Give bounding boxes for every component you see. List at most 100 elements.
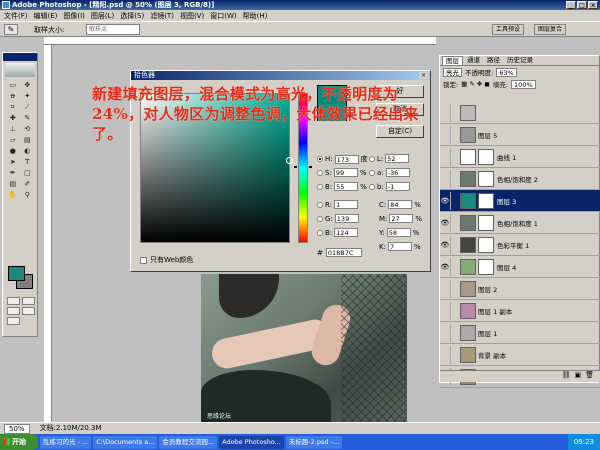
lab-a-radio[interactable]: [369, 169, 375, 176]
visibility-eye-icon[interactable]: 👁: [440, 219, 450, 227]
layer-link-slot[interactable]: [450, 169, 460, 188]
saturation-radio[interactable]: [317, 169, 323, 176]
red-input[interactable]: 1: [334, 200, 359, 209]
menu-file[interactable]: 文件(F): [4, 11, 28, 21]
quickmask-mode-button[interactable]: [22, 297, 35, 305]
tool-presets-tab[interactable]: 工具预设: [492, 24, 525, 35]
gradient-icon[interactable]: ▤: [21, 135, 35, 145]
layer-mask-thumbnail[interactable]: [478, 258, 494, 275]
blend-mode-select[interactable]: 亮光: [443, 67, 462, 77]
web-only-checkbox[interactable]: [140, 256, 147, 264]
pen-icon[interactable]: ✒: [6, 168, 20, 178]
marquee-icon[interactable]: ▭: [6, 80, 20, 90]
layer-link-slot[interactable]: [450, 323, 460, 342]
sample-size-select[interactable]: 取样点: [86, 24, 140, 35]
dodge-icon[interactable]: ◐: [21, 146, 35, 156]
layer-comps-tab[interactable]: 图层复合: [534, 24, 567, 35]
taskbar-item[interactable]: 未标题-2.psd -...: [285, 435, 343, 449]
taskbar-item-active[interactable]: Adobe Photosho...: [219, 435, 284, 449]
close-button[interactable]: ×: [588, 1, 598, 9]
zoom-field[interactable]: 50%: [4, 424, 30, 434]
layer-mask-thumbnail[interactable]: [478, 214, 494, 231]
yellow-input[interactable]: 58: [386, 228, 411, 237]
hue-slider-marker[interactable]: [294, 166, 312, 168]
minimize-button[interactable]: _: [566, 1, 576, 9]
menu-select[interactable]: 选择(S): [120, 11, 144, 21]
hue-input[interactable]: 173: [334, 154, 359, 164]
brightness-radio[interactable]: [317, 183, 323, 190]
layer-row[interactable]: [440, 102, 600, 124]
fill-input[interactable]: 100%: [511, 79, 536, 89]
path-select-icon[interactable]: ➤: [6, 157, 20, 167]
menu-window[interactable]: 窗口(W): [210, 11, 236, 21]
lock-icon[interactable]: ▦ ✎ ✥ ◼: [461, 80, 490, 88]
type-icon[interactable]: T: [21, 157, 35, 167]
slice-icon[interactable]: ⟋: [21, 102, 35, 112]
photoshop-logo[interactable]: [5, 63, 35, 77]
hand-icon[interactable]: ✋: [6, 190, 20, 200]
zoom-icon[interactable]: ⚲: [21, 190, 35, 200]
move-icon[interactable]: ✥: [21, 80, 35, 90]
layer-row[interactable]: 图层 1 副本: [440, 300, 600, 322]
opacity-input[interactable]: 63%: [496, 67, 517, 77]
tab-history[interactable]: 历史记录: [504, 56, 536, 65]
lab-l-radio[interactable]: [369, 155, 375, 162]
layer-row[interactable]: 图层 1: [440, 322, 600, 344]
layer-row[interactable]: 色相/饱和度 2: [440, 168, 600, 190]
eyedropper-icon[interactable]: ✎: [4, 24, 18, 35]
layer-row[interactable]: 👁 图层 3: [440, 190, 600, 212]
lab-l-input[interactable]: 52: [385, 154, 410, 163]
blur-icon[interactable]: ●: [6, 146, 20, 156]
visibility-eye-icon[interactable]: 👁: [440, 241, 450, 249]
red-radio[interactable]: [317, 201, 323, 208]
cyan-input[interactable]: 84: [388, 200, 413, 209]
tab-channels[interactable]: 通道: [464, 56, 483, 65]
maximize-button[interactable]: □: [577, 1, 587, 9]
hue-radio[interactable]: [317, 156, 323, 162]
menu-filter[interactable]: 滤镜(T): [150, 11, 174, 21]
layer-link-slot[interactable]: [450, 301, 460, 320]
brush-icon[interactable]: ✎: [21, 113, 35, 123]
foreground-color-swatch[interactable]: [8, 266, 25, 281]
eraser-icon[interactable]: ▱: [6, 135, 20, 145]
history-brush-icon[interactable]: ⟲: [21, 124, 35, 134]
blue-radio[interactable]: [317, 229, 323, 236]
healing-brush-icon[interactable]: ✚: [6, 113, 20, 123]
layer-row[interactable]: 图层 2: [440, 278, 600, 300]
layer-row[interactable]: 背景 副本: [440, 344, 600, 366]
green-input[interactable]: 139: [334, 214, 359, 223]
menu-help[interactable]: 帮助(H): [243, 11, 268, 21]
document-canvas[interactable]: 思缘论坛: [201, 274, 407, 426]
layer-mask-thumbnail[interactable]: [478, 170, 494, 187]
menu-image[interactable]: 图像(I): [63, 11, 85, 21]
layer-row[interactable]: 👁 图层 4: [440, 256, 600, 278]
lab-b-input[interactable]: -1: [385, 182, 410, 191]
color-picker-title[interactable]: 拾色器 ×: [131, 71, 430, 80]
layer-link-slot[interactable]: [450, 125, 460, 144]
layer-row[interactable]: 👁 色彩平衡 1: [440, 234, 600, 256]
fullscreen-mode-button[interactable]: [22, 307, 35, 315]
taskbar-item[interactable]: 会员教程交流园...: [159, 435, 218, 449]
magenta-input[interactable]: 27: [389, 214, 414, 223]
green-radio[interactable]: [317, 215, 323, 222]
menu-layer[interactable]: 图层(L): [91, 11, 114, 21]
layer-link-slot[interactable]: [450, 147, 460, 166]
trash-icon[interactable]: 🗑: [585, 371, 594, 382]
layer-mask-thumbnail[interactable]: [478, 192, 494, 209]
layer-link-slot[interactable]: [450, 279, 460, 298]
layer-mask-thumbnail[interactable]: [478, 236, 494, 253]
layer-link-slot[interactable]: [450, 235, 460, 254]
tab-paths[interactable]: 路径: [484, 56, 503, 65]
layer-link-slot[interactable]: [450, 257, 460, 276]
visibility-eye-icon[interactable]: 👁: [440, 197, 450, 205]
visibility-eye-icon[interactable]: 👁: [440, 263, 450, 271]
saturation-input[interactable]: 99: [333, 168, 358, 177]
link-layers-icon[interactable]: ⛓: [562, 371, 571, 382]
layer-mask-thumbnail[interactable]: [478, 148, 494, 165]
shape-icon[interactable]: ▢: [21, 168, 35, 178]
lab-b-radio[interactable]: [369, 183, 375, 190]
toolbox-header[interactable]: [3, 53, 37, 61]
blue-input[interactable]: 124: [334, 228, 359, 237]
layer-row[interactable]: 👁 色相/饱和度 1: [440, 212, 600, 234]
lab-a-input[interactable]: -36: [385, 168, 410, 177]
